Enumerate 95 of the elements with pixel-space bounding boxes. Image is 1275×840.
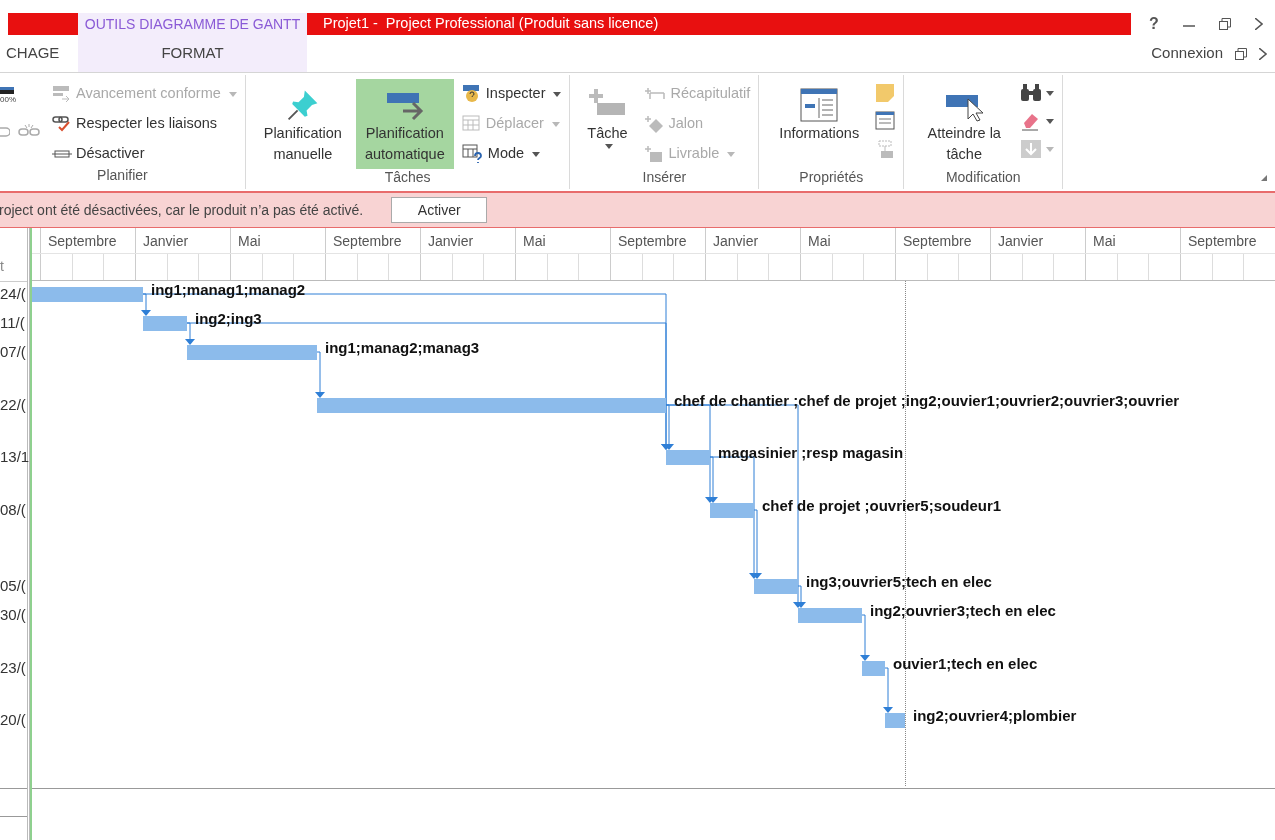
gantt-bar[interactable]: [666, 450, 710, 465]
resource-label: ing2;ouvrier3;tech en elec: [870, 603, 1056, 618]
date-cell-text: 30/(: [0, 605, 26, 625]
caret-icon: [228, 91, 237, 97]
resource-label: ing2;ing3: [195, 311, 262, 326]
month-label: Mai: [515, 228, 610, 253]
restore-icon[interactable]: [1235, 47, 1247, 60]
milestone-icon: [644, 115, 665, 133]
link-icon: [0, 125, 10, 139]
date-cell-text: 22/(: [0, 395, 26, 415]
sign-in-link[interactable]: Connexion: [1151, 42, 1223, 65]
month-label: Janvier: [705, 228, 800, 253]
ribbon-small-button[interactable]: Mode: [461, 143, 562, 165]
ribbon-large-button[interactable]: Tâche: [578, 79, 637, 169]
calendar-move-icon: [461, 115, 482, 133]
group-label: Modification: [944, 168, 1022, 187]
activate-button[interactable]: Activer: [391, 197, 488, 223]
month-label: Septembre: [1180, 228, 1275, 253]
caret-icon: [727, 151, 736, 157]
ribbon-large-button[interactable]: Informations: [767, 79, 872, 169]
date-cell-text: 20/(: [0, 710, 26, 730]
month-label: Janvier: [990, 228, 1085, 253]
date-cell-text: 08/(: [0, 500, 26, 520]
resource-label: ing3;ouvrier5;tech en elec: [806, 574, 992, 589]
help-button[interactable]: ?: [1149, 12, 1159, 36]
gantt-bar[interactable]: [317, 398, 666, 413]
caret-icon: [1046, 90, 1055, 96]
gantt-bar[interactable]: [187, 345, 317, 360]
caret-icon: [553, 91, 562, 97]
ribbon-large-button[interactable]: Atteindre la tâche: [912, 79, 1017, 169]
month-label: Janvier: [135, 228, 230, 253]
unlink-bar-icon: [52, 147, 72, 161]
date-cell-text: 11/(: [0, 313, 25, 333]
date-cell-text: 23/(: [0, 658, 26, 678]
resource-label: ing2;ouvrier4;plombier: [913, 708, 1077, 723]
resource-label: ouvier1;tech en elec: [893, 656, 1038, 671]
resource-label: ing1;manag1;manag2: [151, 282, 306, 297]
binoculars-icon: [1020, 83, 1043, 103]
date-cell-text: 24/(: [0, 284, 26, 304]
inspect-icon: [461, 84, 482, 104]
progress-bar-icon: [0, 87, 14, 96]
calendar-help-icon: [461, 144, 484, 164]
column-header: t: [0, 257, 4, 276]
progress-icon: [52, 85, 72, 103]
fill-down-icon: [1020, 139, 1043, 159]
month-label: Janvier: [420, 228, 515, 253]
group-label: Tâches: [383, 168, 432, 187]
restore-icon[interactable]: [1218, 18, 1231, 30]
caret-icon: [605, 144, 614, 149]
message-text: roject ont été désactivées, car le produit n’a pas été activé.: [0, 200, 364, 220]
month-label: Septembre: [610, 228, 705, 253]
gantt-bar[interactable]: [710, 503, 754, 518]
gantt-bar[interactable]: [143, 316, 187, 331]
ribbon-large-button[interactable]: Planification manuelle: [253, 79, 352, 169]
gantt-bar[interactable]: [32, 287, 143, 302]
deliverable-icon: [644, 145, 665, 163]
month-label: Mai: [230, 228, 325, 253]
group-label: Propriétés: [798, 168, 865, 187]
form-icon: [875, 111, 896, 131]
gantt-bar[interactable]: [862, 661, 885, 676]
gantt-bar[interactable]: [885, 713, 905, 728]
contextual-tab-label: OUTILS DIAGRAMME DE GANTT: [78, 13, 307, 35]
date-cell-text: 07/(: [0, 342, 26, 362]
hierarchy-icon: [875, 139, 896, 159]
caret-icon: [551, 121, 560, 127]
ribbon-large-button[interactable]: Planification automatique: [355, 79, 454, 169]
month-label: Septembre: [895, 228, 990, 253]
summary-icon: [644, 87, 667, 101]
month-label: Septembre: [40, 228, 135, 253]
caret-icon: [1046, 146, 1055, 152]
link-check-icon: [52, 115, 72, 133]
caret-icon: [1046, 118, 1055, 124]
resource-label: chef de projet ;ouvrier5;soudeur1: [762, 498, 1002, 513]
percent-label: 00%: [0, 96, 16, 104]
info-form-icon: [799, 87, 840, 123]
date-cell-text: 13/1: [0, 447, 30, 467]
gantt-bar[interactable]: [798, 608, 862, 623]
ribbon-tab[interactable]: CHAGE: [0, 35, 78, 72]
ribbon-small-button[interactable]: Désactiver: [52, 143, 237, 165]
caret-icon: [532, 151, 541, 157]
ribbon-small-button[interactable]: Respecter les liaisons: [52, 113, 237, 135]
date-cell-text: 05/(: [0, 576, 26, 596]
group-label: Planifier: [96, 166, 149, 185]
window-title: Projet1 - Project Professional (Produit sans licence): [322, 14, 659, 34]
month-label: Septembre: [325, 228, 420, 253]
resource-label: magasinier ;resp magasin: [718, 445, 904, 460]
note-icon: [875, 83, 896, 103]
month-label: Mai: [800, 228, 895, 253]
gantt-bar[interactable]: [754, 579, 798, 594]
ribbon-tab[interactable]: FORMAT: [78, 35, 307, 72]
resource-label: ing1;manag2;manag3: [325, 340, 480, 355]
collapse-ribbon-icon[interactable]: [1261, 175, 1267, 181]
group-label: Insérer: [641, 168, 688, 187]
month-label: Mai: [1085, 228, 1180, 253]
ribbon-small-button[interactable]: Inspecter: [461, 83, 562, 105]
